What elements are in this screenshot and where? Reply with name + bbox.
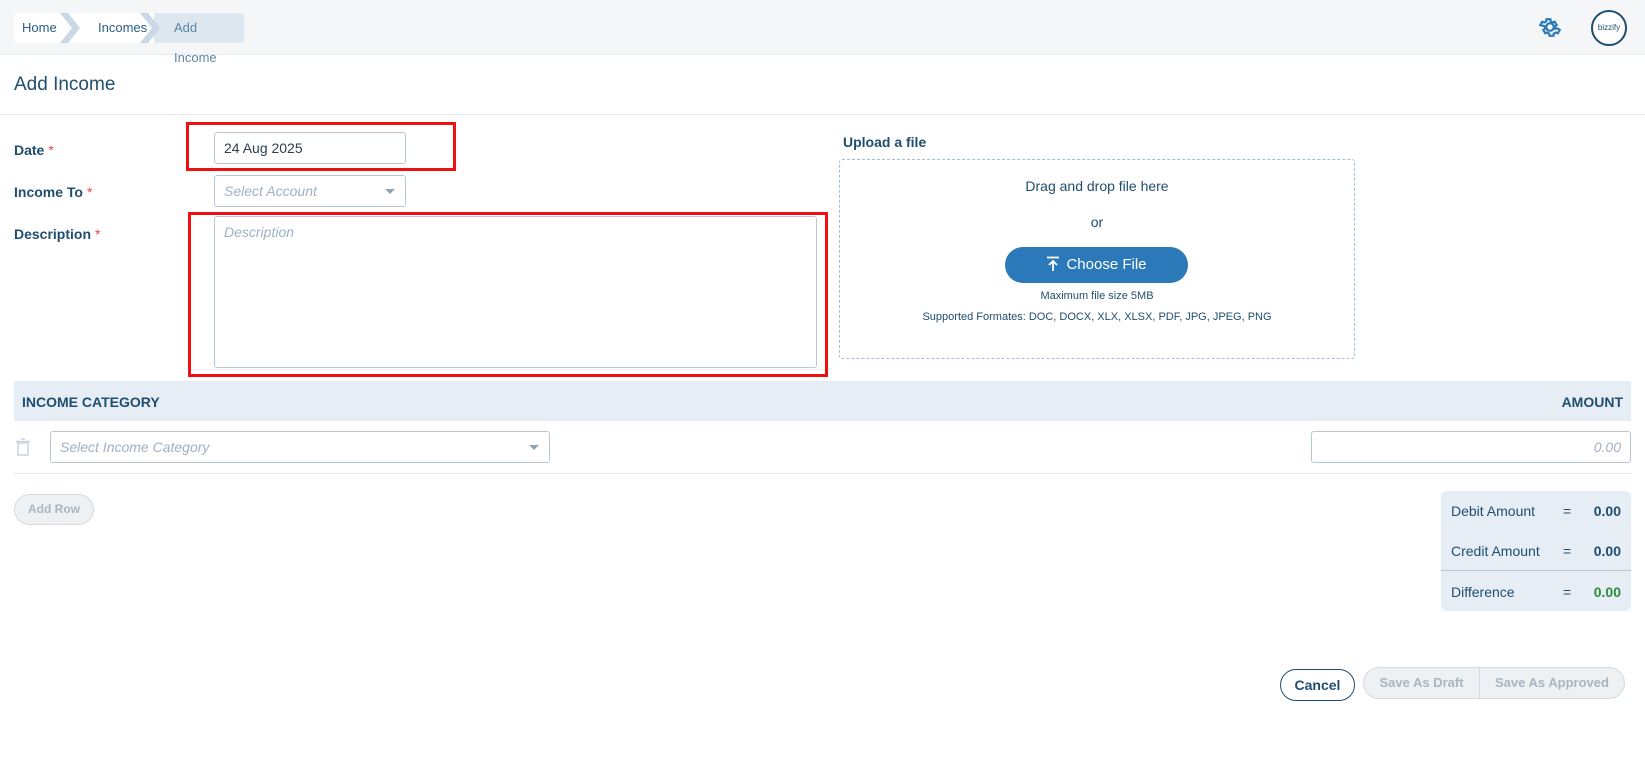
page-title: Add Income [14, 74, 116, 95]
description-label: Description * [14, 226, 101, 242]
description-field[interactable]: Description [214, 216, 817, 368]
debit-label: Debit Amount [1451, 503, 1536, 519]
equals-sign: = [1563, 503, 1572, 519]
credit-label: Credit Amount [1451, 543, 1540, 559]
date-field[interactable]: 24 Aug 2025 [214, 132, 406, 164]
choose-file-button[interactable]: Choose File [1005, 247, 1188, 283]
amount-placeholder: 0.00 [1593, 439, 1621, 455]
equals-sign: = [1563, 584, 1572, 600]
difference-value: 0.00 [1593, 584, 1621, 600]
income-to-label: Income To * [14, 184, 93, 200]
avatar-logo-text: bizzify [1597, 23, 1621, 32]
add-row-button[interactable]: Add Row [14, 494, 94, 525]
breadcrumb-add-income: Add Income [154, 13, 244, 65]
amount-input[interactable]: 0.00 [1311, 431, 1631, 463]
upload-icon [1047, 256, 1060, 271]
date-label: Date * [14, 142, 54, 158]
income-category-placeholder: Select Income Category [60, 439, 210, 455]
divider [1441, 570, 1631, 571]
chevron-down-icon [385, 189, 395, 194]
totals-summary: Debit Amount = 0.00 Credit Amount = 0.00… [1441, 491, 1631, 611]
difference-label: Difference [1451, 584, 1515, 600]
chevron-down-icon [529, 445, 539, 450]
top-bar: Home Incomes Add Income bizzify [0, 0, 1645, 65]
description-placeholder: Description [224, 224, 295, 240]
breadcrumb-separator-icon [60, 13, 80, 43]
drag-drop-text: Drag and drop file here [1025, 178, 1169, 194]
income-to-placeholder: Select Account [224, 183, 317, 199]
max-size-text: Maximum file size 5MB [1040, 290, 1154, 302]
breadcrumb: Home Incomes Add Income [14, 13, 244, 65]
debit-value: 0.00 [1593, 503, 1621, 519]
breadcrumb-separator-icon [140, 13, 160, 43]
save-as-draft-button[interactable]: Save As Draft [1364, 668, 1480, 698]
gear-icon[interactable] [1537, 14, 1563, 40]
difference-row: Difference = 0.00 [1441, 572, 1631, 612]
or-text: or [1090, 214, 1104, 230]
save-button-group: Save As Draft Save As Approved [1363, 667, 1625, 699]
divider [14, 473, 1631, 474]
supported-formats-text: Supported Formates: DOC, DOCX, XLX, XLSX… [922, 311, 1272, 323]
category-table-header: INCOME CATEGORY AMOUNT [14, 381, 1631, 421]
credit-value: 0.00 [1593, 543, 1621, 559]
column-amount: AMOUNT [1561, 394, 1623, 410]
cancel-button[interactable]: Cancel [1280, 669, 1355, 701]
debit-amount-row: Debit Amount = 0.00 [1441, 491, 1631, 531]
income-category-select[interactable]: Select Income Category [50, 431, 550, 463]
divider [0, 114, 1645, 115]
credit-amount-row: Credit Amount = 0.00 [1441, 531, 1631, 571]
choose-file-label: Choose File [1066, 256, 1147, 273]
save-as-approved-button[interactable]: Save As Approved [1480, 668, 1624, 698]
trash-icon[interactable] [15, 438, 31, 456]
file-dropzone[interactable]: Drag and drop file here or Choose File M… [839, 159, 1355, 359]
avatar[interactable]: bizzify [1591, 10, 1627, 46]
income-to-select[interactable]: Select Account [214, 175, 406, 207]
upload-title: Upload a file [843, 134, 927, 150]
equals-sign: = [1563, 543, 1572, 559]
column-income-category: INCOME CATEGORY [22, 394, 160, 410]
